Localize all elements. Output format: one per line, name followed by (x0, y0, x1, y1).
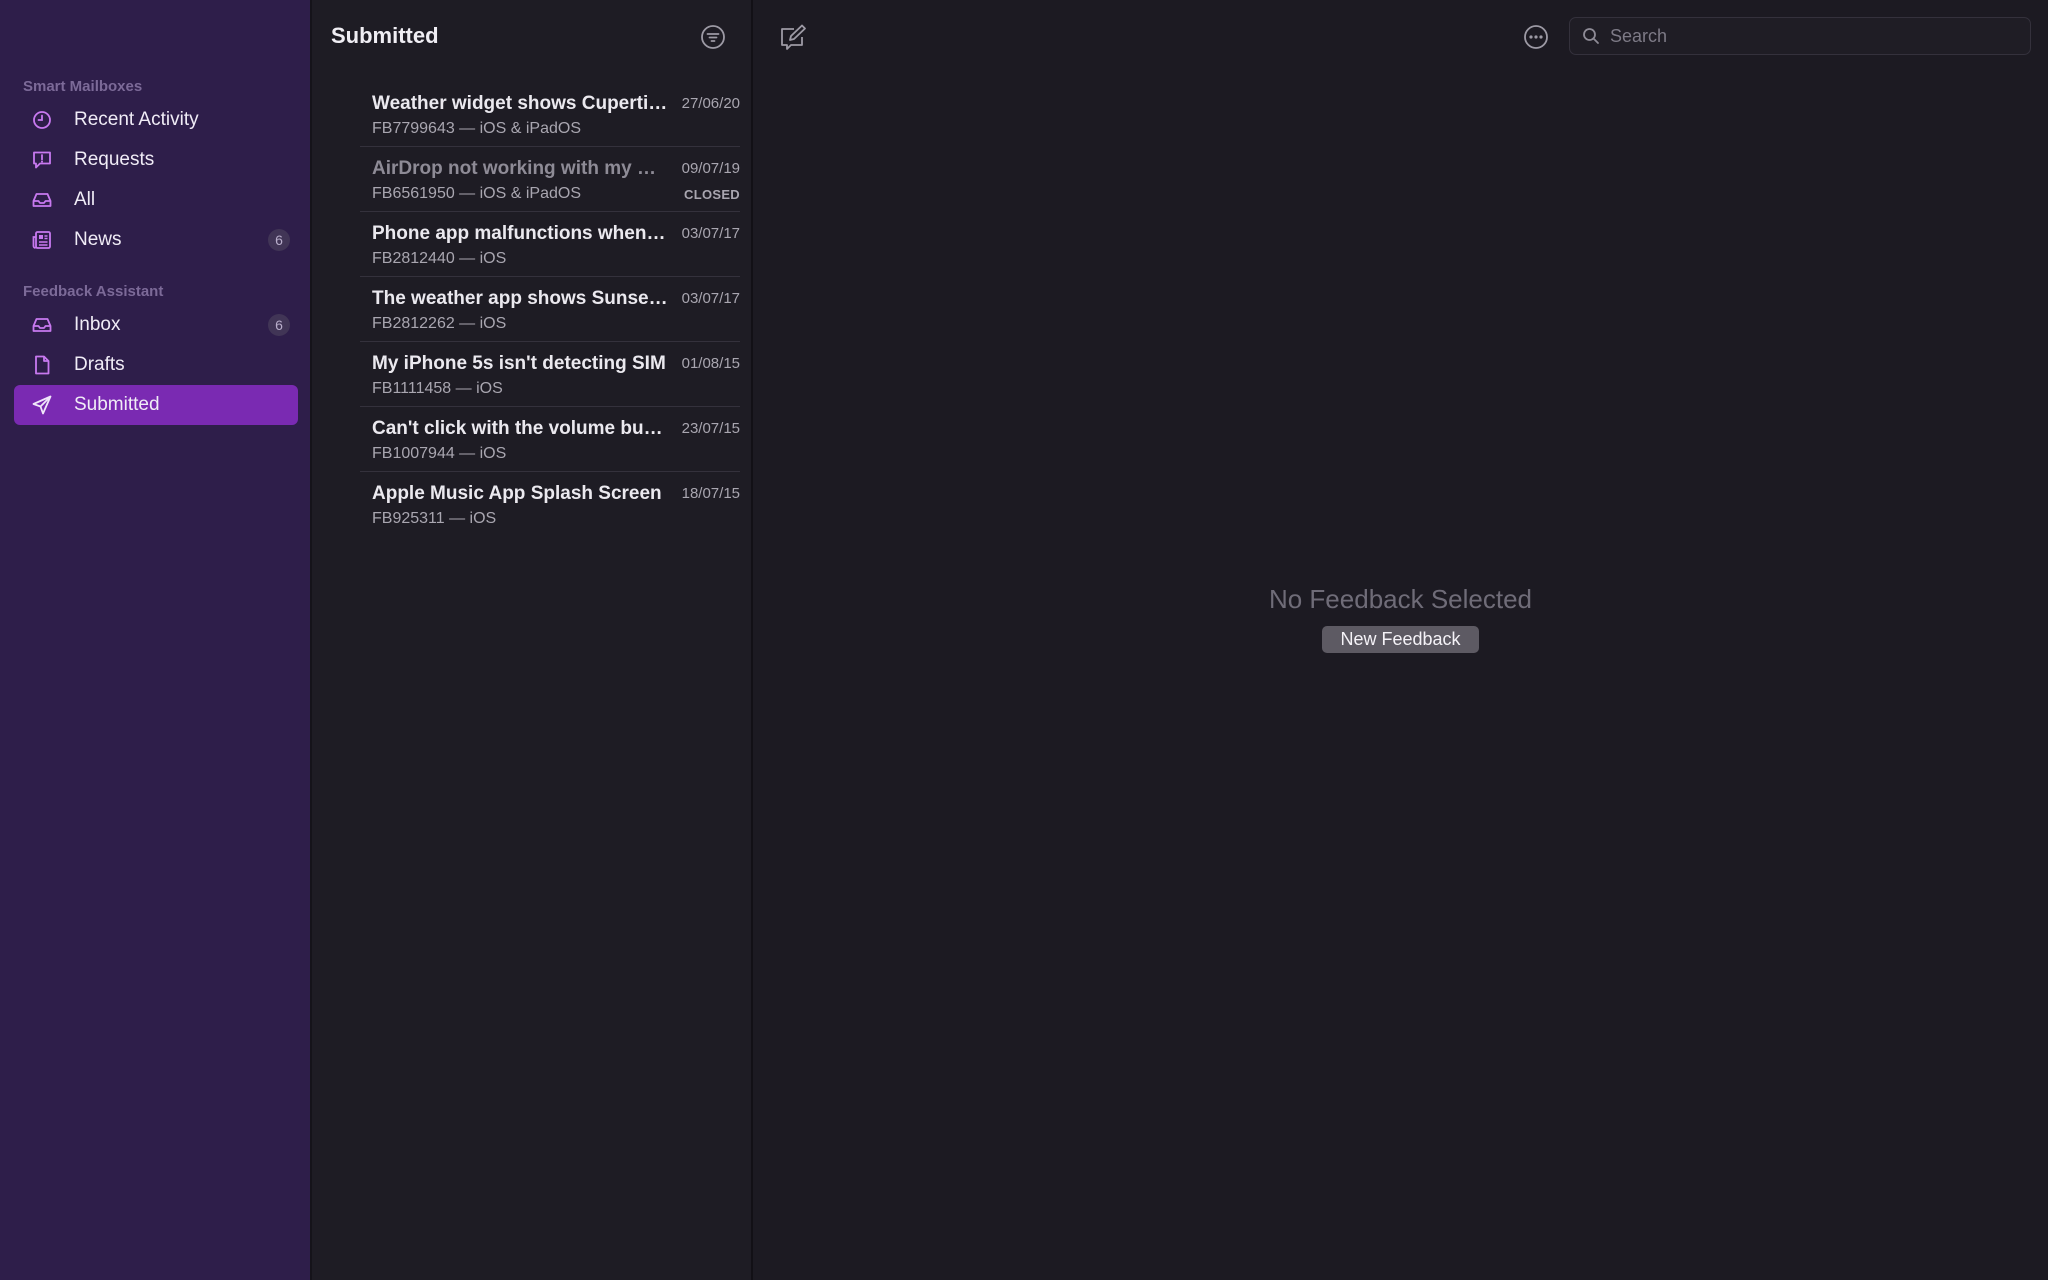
search-field[interactable] (1569, 17, 2031, 55)
sidebar: Smart Mailboxes Recent Activity Requests… (0, 0, 312, 1280)
section-header-smart-mailboxes: Smart Mailboxes (23, 78, 143, 95)
document-icon (30, 353, 54, 377)
sidebar-item-requests[interactable]: Requests (14, 140, 298, 180)
feedback-list-item[interactable]: Apple Music App Splash Screen 18/07/15 F… (360, 473, 740, 537)
feedback-list-item[interactable]: Can't click with the volume buttons 23/0… (360, 408, 740, 472)
compose-button[interactable] (777, 23, 809, 53)
feedback-date: 01/08/15 (681, 355, 740, 372)
feedback-id-platform: FB925311 — iOS (372, 510, 497, 527)
paperplane-icon (30, 393, 54, 417)
feedback-title: The weather app shows Sunset time (372, 288, 668, 309)
feedback-id-platform: FB6561950 — iOS & iPadOS (372, 185, 581, 202)
feedback-list-item[interactable]: Phone app malfunctions when calling 03/0… (360, 213, 740, 277)
clock-icon (30, 108, 54, 132)
feedback-id-platform: FB7799643 — iOS & iPadOS (372, 120, 581, 137)
sidebar-item-all[interactable]: All (14, 180, 298, 220)
feedback-list-item[interactable]: The weather app shows Sunset time 03/07/… (360, 278, 740, 342)
feedback-date: 09/07/19 (681, 160, 740, 177)
sidebar-item-drafts[interactable]: Drafts (14, 345, 298, 385)
feedback-title: AirDrop not working with my Mac (372, 158, 668, 179)
sidebar-item-label: Drafts (74, 354, 125, 375)
new-feedback-button[interactable]: New Feedback (1322, 626, 1479, 653)
feedback-id-platform: FB1111458 — iOS (372, 380, 503, 397)
sidebar-item-label: Recent Activity (74, 109, 199, 130)
feedback-title: My iPhone 5s isn't detecting SIM (372, 353, 666, 374)
feedback-id-platform: FB2812440 — iOS (372, 250, 507, 267)
more-options-button[interactable] (1522, 23, 1550, 51)
feedback-title: Phone app malfunctions when calling (372, 223, 668, 244)
feedback-id-platform: FB1007944 — iOS (372, 445, 507, 462)
list-title: Submitted (331, 23, 439, 48)
sidebar-item-label: Submitted (74, 394, 160, 415)
feedback-date: 03/07/17 (681, 290, 740, 307)
search-input[interactable] (1608, 24, 2030, 48)
feedback-list-pane: Submitted Weather widget shows Cupertino… (312, 0, 753, 1280)
filter-icon (700, 24, 726, 50)
search-icon (1582, 27, 1600, 45)
sidebar-item-label: Requests (74, 149, 155, 170)
detail-pane: No Feedback Selected New Feedback (753, 0, 2048, 1280)
compose-icon (778, 24, 808, 52)
feedback-list-item[interactable]: AirDrop not working with my Mac 09/07/19… (360, 148, 740, 212)
feedback-list-item[interactable]: Weather widget shows Cupertino 27/06/20 … (360, 83, 740, 147)
feedback-title: Apple Music App Splash Screen (372, 483, 662, 504)
feedback-assistant-window: Smart Mailboxes Recent Activity Requests… (0, 0, 2048, 1280)
sidebar-item-inbox[interactable]: Inbox 6 (14, 305, 298, 345)
filter-button[interactable] (699, 23, 727, 51)
feedback-date: 18/07/15 (681, 485, 740, 502)
sidebar-item-label: News (74, 229, 122, 250)
feedback-title: Can't click with the volume buttons (372, 418, 668, 439)
feedback-date: 27/06/20 (681, 95, 740, 112)
sidebar-item-submitted[interactable]: Submitted (14, 385, 298, 425)
feedback-status: CLOSED (684, 187, 740, 202)
empty-state-title: No Feedback Selected (1268, 584, 1533, 614)
tray-icon (30, 188, 54, 212)
sidebar-item-news[interactable]: News 6 (14, 220, 298, 260)
newspaper-icon (30, 228, 54, 252)
unread-count-badge: 6 (268, 314, 290, 336)
unread-count-badge: 6 (268, 229, 290, 251)
exclamation-bubble-icon (30, 148, 54, 172)
sidebar-item-recent-activity[interactable]: Recent Activity (14, 100, 298, 140)
feedback-date: 03/07/17 (681, 225, 740, 242)
sidebar-item-label: Inbox (74, 314, 121, 335)
feedback-title: Weather widget shows Cupertino (372, 93, 668, 114)
feedback-list-item[interactable]: My iPhone 5s isn't detecting SIM 01/08/1… (360, 343, 740, 407)
feedback-id-platform: FB2812262 — iOS (372, 315, 507, 332)
tray-icon (30, 313, 54, 337)
sidebar-item-label: All (74, 189, 96, 210)
feedback-date: 23/07/15 (681, 420, 740, 437)
ellipsis-circle-icon (1523, 24, 1549, 50)
section-header-feedback-assistant: Feedback Assistant (23, 283, 164, 300)
